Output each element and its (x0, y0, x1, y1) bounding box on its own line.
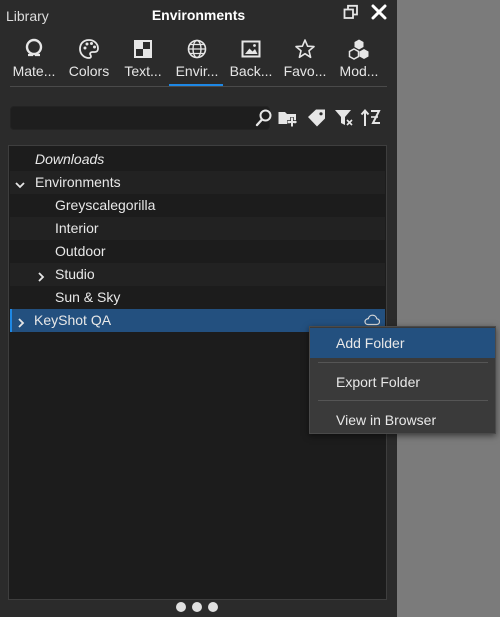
tree-item-sun-and-sky[interactable]: Sun & Sky (10, 286, 385, 309)
chevron-down-icon[interactable] (15, 177, 25, 195)
tag-icon[interactable] (306, 108, 328, 133)
tab-favorites[interactable]: Favo... (277, 33, 333, 87)
tree-item-label: KeyShot QA (34, 312, 112, 328)
search-input[interactable] (10, 106, 270, 130)
tab-environments[interactable]: Envir... (169, 33, 225, 87)
tab-label: Favo... (283, 63, 327, 79)
pager-dot[interactable] (208, 602, 218, 612)
close-icon[interactable] (371, 4, 387, 25)
tab-label: Envir... (175, 63, 219, 79)
tab-label: Back... (229, 63, 273, 79)
backplates-image-icon (241, 40, 261, 58)
tab-models[interactable]: Mod... (331, 33, 387, 87)
page-title: Environments (151, 7, 246, 23)
tree-item-interior[interactable]: Interior (10, 217, 385, 240)
tab-label: Mod... (339, 63, 379, 79)
library-tabs: Mate... Colors Text... Envir... Back... … (0, 33, 397, 87)
menu-separator (318, 400, 488, 401)
tabs-divider (10, 86, 387, 87)
tree-item-studio[interactable]: Studio (10, 263, 385, 286)
tab-materials[interactable]: Mate... (6, 33, 62, 87)
tab-backplates[interactable]: Back... (223, 33, 279, 87)
favorites-star-icon (295, 39, 315, 59)
tree-item-label: Downloads (35, 151, 105, 167)
sort-icon[interactable] (360, 108, 382, 133)
menu-separator (318, 362, 488, 363)
menu-item-label: Add Folder (336, 335, 405, 351)
tree-item-label: Environments (35, 174, 121, 190)
filter-icon[interactable] (333, 108, 355, 133)
tab-label: Colors (68, 63, 110, 79)
models-cubes-icon (348, 39, 369, 60)
tree-item-environments[interactable]: Environments (10, 171, 385, 194)
colors-palette-icon (79, 39, 99, 59)
menu-item-label: Export Folder (336, 374, 421, 390)
menu-item-view-in-browser[interactable]: View in Browser (310, 405, 495, 435)
tree-item-label: Outdoor (55, 243, 106, 259)
tab-label: Mate... (12, 63, 56, 79)
menu-item-export-folder[interactable]: Export Folder (310, 367, 495, 397)
tree-item-label: Studio (55, 266, 95, 282)
tree-item-greyscalegorilla[interactable]: Greyscalegorilla (10, 194, 385, 217)
tab-textures[interactable]: Text... (115, 33, 171, 87)
menu-item-add-folder[interactable]: Add Folder (310, 328, 495, 358)
chevron-right-icon[interactable] (16, 315, 26, 333)
tree-item-downloads[interactable]: Downloads (10, 148, 385, 171)
undock-icon[interactable] (343, 4, 359, 25)
selection-indicator (10, 309, 12, 332)
context-menu: Add Folder Export Folder View in Browser (309, 326, 496, 434)
tree-item-label: Interior (55, 220, 99, 236)
tab-label: Text... (124, 63, 162, 79)
environments-globe-icon (187, 39, 207, 59)
chevron-right-icon[interactable] (36, 269, 46, 287)
tree-item-label: Greyscalegorilla (55, 197, 156, 213)
material-icon (25, 38, 43, 57)
menu-item-label: View in Browser (336, 412, 437, 428)
pager-dot[interactable] (192, 602, 202, 612)
library-panel: Library Environments Mate... Colors Text… (0, 0, 397, 617)
pager-dot[interactable] (176, 602, 186, 612)
active-tab-indicator (169, 84, 223, 86)
tree-item-outdoor[interactable]: Outdoor (10, 240, 385, 263)
tree-item-label: Sun & Sky (55, 289, 121, 305)
search-icon[interactable] (255, 108, 273, 133)
textures-icon (134, 40, 152, 58)
add-folder-icon[interactable] (277, 108, 301, 133)
panel-titlebar: Library Environments (0, 0, 397, 32)
tab-colors[interactable]: Colors (61, 33, 117, 87)
